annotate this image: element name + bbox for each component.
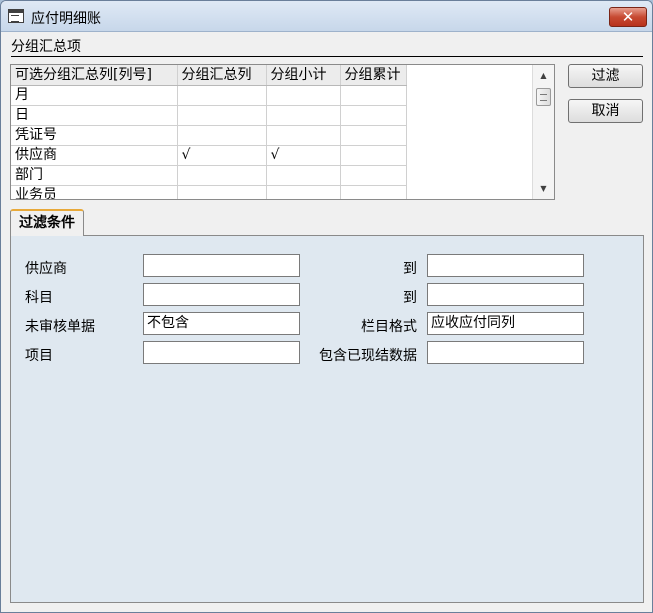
cumulative-check-cell[interactable] bbox=[340, 105, 407, 126]
subtotal-check-cell[interactable] bbox=[266, 105, 341, 126]
cumulative-check-cell[interactable] bbox=[340, 165, 407, 186]
cumulative-check-cell[interactable] bbox=[340, 185, 407, 199]
table-row[interactable]: 凭证号 bbox=[11, 125, 407, 146]
subtotal-check-cell[interactable] bbox=[266, 165, 341, 186]
filter-panel: 供应商 到 科目 到 未审核单据 不包含 栏目格式 应收应付同列 项目 包含已现… bbox=[10, 235, 644, 603]
cancel-button[interactable]: 取消 bbox=[568, 99, 643, 123]
section-divider bbox=[11, 56, 643, 57]
column-header-available[interactable]: 可选分组汇总列[列号] bbox=[11, 65, 178, 86]
column-header-subtotal[interactable]: 分组小计 bbox=[266, 65, 341, 86]
row-name-cell[interactable]: 业务员 bbox=[11, 185, 178, 199]
supplier-to-label: 到 bbox=[403, 261, 417, 277]
table-row[interactable]: 业务员 bbox=[11, 185, 407, 199]
group-check-cell[interactable] bbox=[177, 125, 267, 146]
window-icon bbox=[8, 9, 24, 23]
subtotal-check-cell[interactable] bbox=[266, 85, 341, 106]
subtotal-check-cell[interactable] bbox=[266, 185, 341, 199]
settled-data-label: 包含已现结数据 bbox=[319, 348, 417, 364]
group-check-cell[interactable] bbox=[177, 185, 267, 199]
account-to-field[interactable] bbox=[427, 283, 584, 306]
table-row[interactable]: 月 bbox=[11, 85, 407, 106]
column-format-field[interactable]: 应收应付同列 bbox=[427, 312, 584, 335]
scroll-thumb[interactable] bbox=[536, 88, 551, 106]
account-label: 科目 bbox=[25, 290, 53, 306]
row-name-cell[interactable]: 供应商 bbox=[11, 145, 178, 166]
group-grid: 可选分组汇总列[列号] 分组汇总列 分组小计 分组累计 月 日 凭证号 供应商 … bbox=[10, 64, 555, 200]
title-bar[interactable]: 应付明细账 ✕ bbox=[1, 1, 652, 32]
project-label: 项目 bbox=[25, 348, 53, 364]
subtotal-check-cell[interactable] bbox=[266, 125, 341, 146]
supplier-to-field[interactable] bbox=[427, 254, 584, 277]
group-section-label: 分组汇总项 bbox=[11, 39, 81, 55]
account-to-label: 到 bbox=[403, 290, 417, 306]
table-row[interactable]: 部门 bbox=[11, 165, 407, 186]
supplier-field[interactable] bbox=[143, 254, 300, 277]
row-name-cell[interactable]: 月 bbox=[11, 85, 178, 106]
cumulative-check-cell[interactable] bbox=[340, 145, 407, 166]
column-format-label: 栏目格式 bbox=[361, 319, 417, 335]
column-header-group[interactable]: 分组汇总列 bbox=[177, 65, 267, 86]
grid-scrollbar[interactable]: ▲ ▼ bbox=[532, 65, 554, 199]
project-field[interactable] bbox=[143, 341, 300, 364]
cumulative-check-cell[interactable] bbox=[340, 125, 407, 146]
window-title: 应付明细账 bbox=[31, 11, 101, 27]
supplier-label: 供应商 bbox=[25, 261, 67, 277]
subtotal-check-cell[interactable]: √ bbox=[266, 145, 341, 166]
group-check-cell[interactable] bbox=[177, 85, 267, 106]
dialog-window: 应付明细账 ✕ 分组汇总项 可选分组汇总列[列号] 分组汇总列 分组小计 分组累… bbox=[0, 0, 653, 613]
account-field[interactable] bbox=[143, 283, 300, 306]
scroll-down-icon[interactable]: ▼ bbox=[533, 180, 554, 197]
table-row[interactable]: 日 bbox=[11, 105, 407, 126]
filter-button[interactable]: 过滤 bbox=[568, 64, 643, 88]
group-check-cell[interactable]: √ bbox=[177, 145, 267, 166]
row-name-cell[interactable]: 日 bbox=[11, 105, 178, 126]
group-check-cell[interactable] bbox=[177, 105, 267, 126]
scroll-up-icon[interactable]: ▲ bbox=[533, 67, 554, 84]
unaudited-label: 未审核单据 bbox=[25, 319, 95, 335]
row-name-cell[interactable]: 凭证号 bbox=[11, 125, 178, 146]
column-header-cumulative[interactable]: 分组累计 bbox=[340, 65, 407, 86]
table-row[interactable]: 供应商 √ √ bbox=[11, 145, 407, 166]
tab-filter-conditions[interactable]: 过滤条件 bbox=[10, 209, 84, 236]
group-check-cell[interactable] bbox=[177, 165, 267, 186]
unaudited-field[interactable]: 不包含 bbox=[143, 312, 300, 335]
cumulative-check-cell[interactable] bbox=[340, 85, 407, 106]
grid-header-row: 可选分组汇总列[列号] 分组汇总列 分组小计 分组累计 bbox=[11, 65, 407, 86]
settled-data-field[interactable] bbox=[427, 341, 584, 364]
row-name-cell[interactable]: 部门 bbox=[11, 165, 178, 186]
close-button[interactable]: ✕ bbox=[609, 7, 647, 27]
